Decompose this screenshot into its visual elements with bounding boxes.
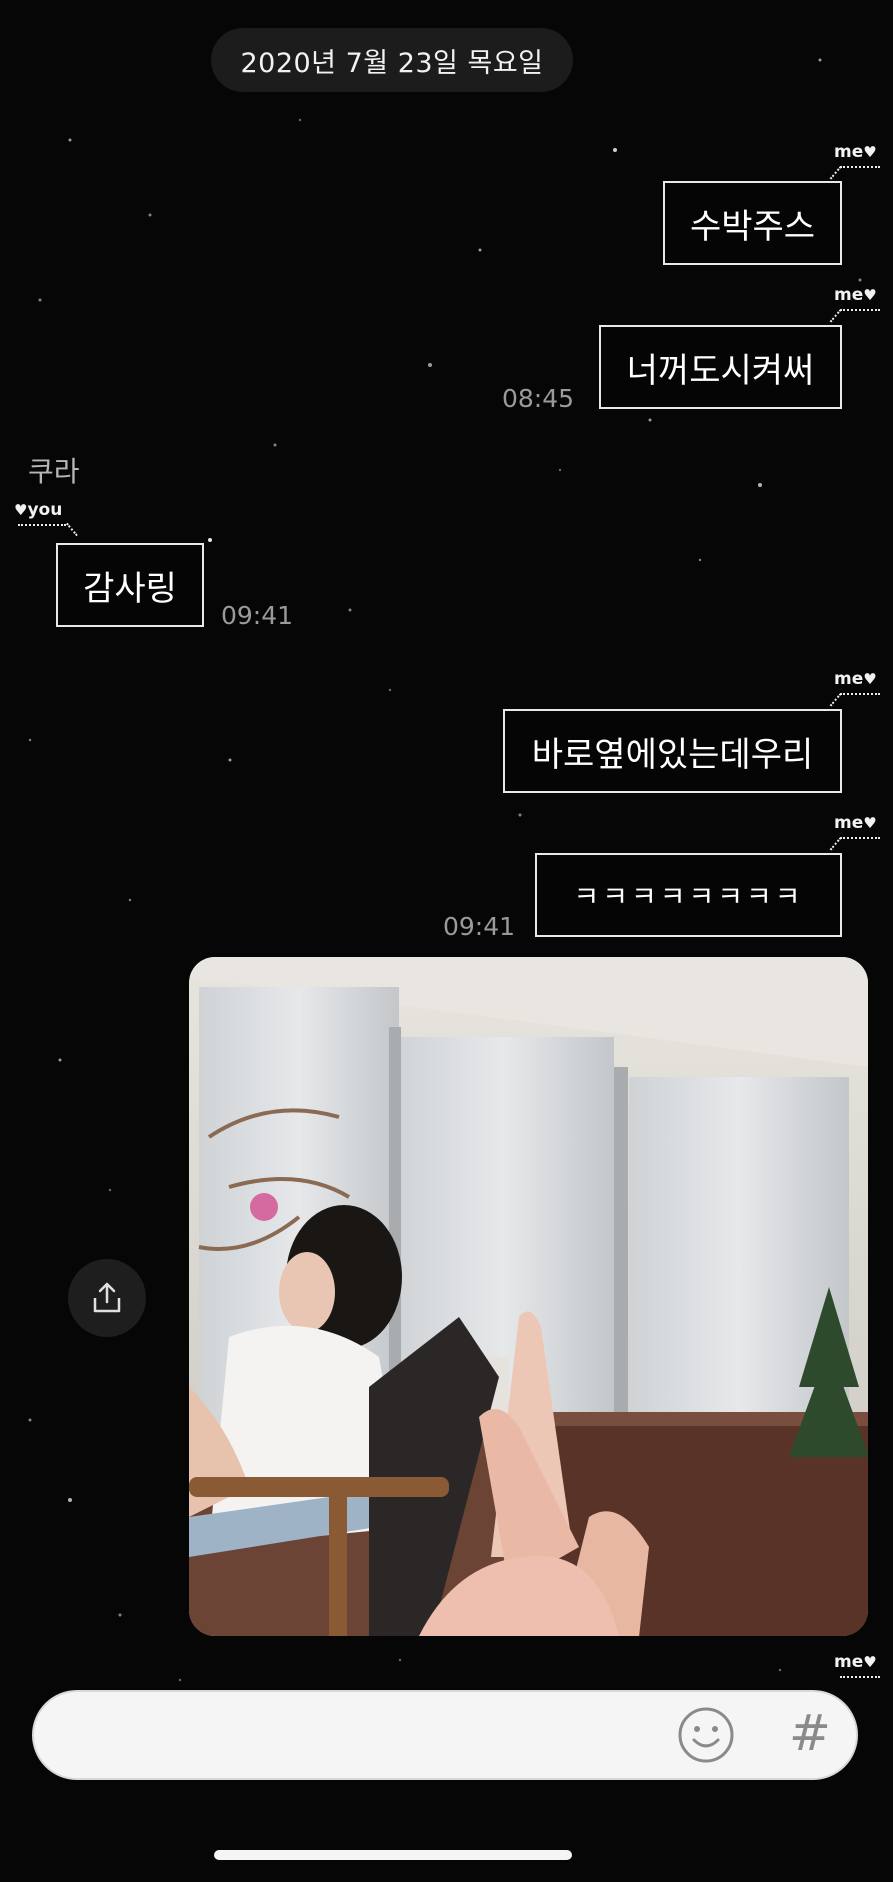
me-tag: me♥: [834, 813, 877, 833]
message-time: 09:41: [221, 601, 294, 630]
heart-icon: ♥: [14, 501, 28, 519]
share-button[interactable]: [68, 1259, 146, 1337]
home-indicator: [214, 1850, 572, 1860]
you-tag: ♥you: [14, 500, 63, 520]
heart-icon: ♥: [863, 1653, 877, 1671]
message-bubble-me[interactable]: ㅋㅋㅋㅋㅋㅋㅋㅋ: [535, 853, 842, 937]
photo-image: [189, 957, 868, 1636]
message-time: 09:41: [443, 912, 516, 941]
message-bubble-me[interactable]: 너꺼도시켜써: [599, 325, 842, 409]
me-tag: me♥: [834, 142, 877, 162]
message-bubble-you[interactable]: 감사링: [56, 543, 204, 627]
message-bubble-me[interactable]: 수박주스: [663, 181, 842, 265]
heart-icon: ♥: [863, 286, 877, 304]
message-time: 08:45: [502, 384, 575, 413]
smiley-icon: [678, 1707, 734, 1763]
me-tag: me♥: [834, 1652, 877, 1672]
heart-icon: ♥: [863, 814, 877, 832]
heart-icon: ♥: [863, 143, 877, 161]
hashtag-button[interactable]: #: [780, 1703, 840, 1763]
photo-message[interactable]: [189, 957, 868, 1636]
sender-name: 쿠라: [28, 455, 80, 488]
message-bubble-me[interactable]: 바로옆에있는데우리: [503, 709, 842, 793]
me-tag: me♥: [834, 669, 877, 689]
date-separator: 2020년 7월 23일 목요일: [211, 28, 573, 92]
heart-icon: ♥: [863, 670, 877, 688]
emoji-button[interactable]: [676, 1705, 736, 1765]
share-icon: [93, 1282, 121, 1313]
me-tag: me♥: [834, 285, 877, 305]
